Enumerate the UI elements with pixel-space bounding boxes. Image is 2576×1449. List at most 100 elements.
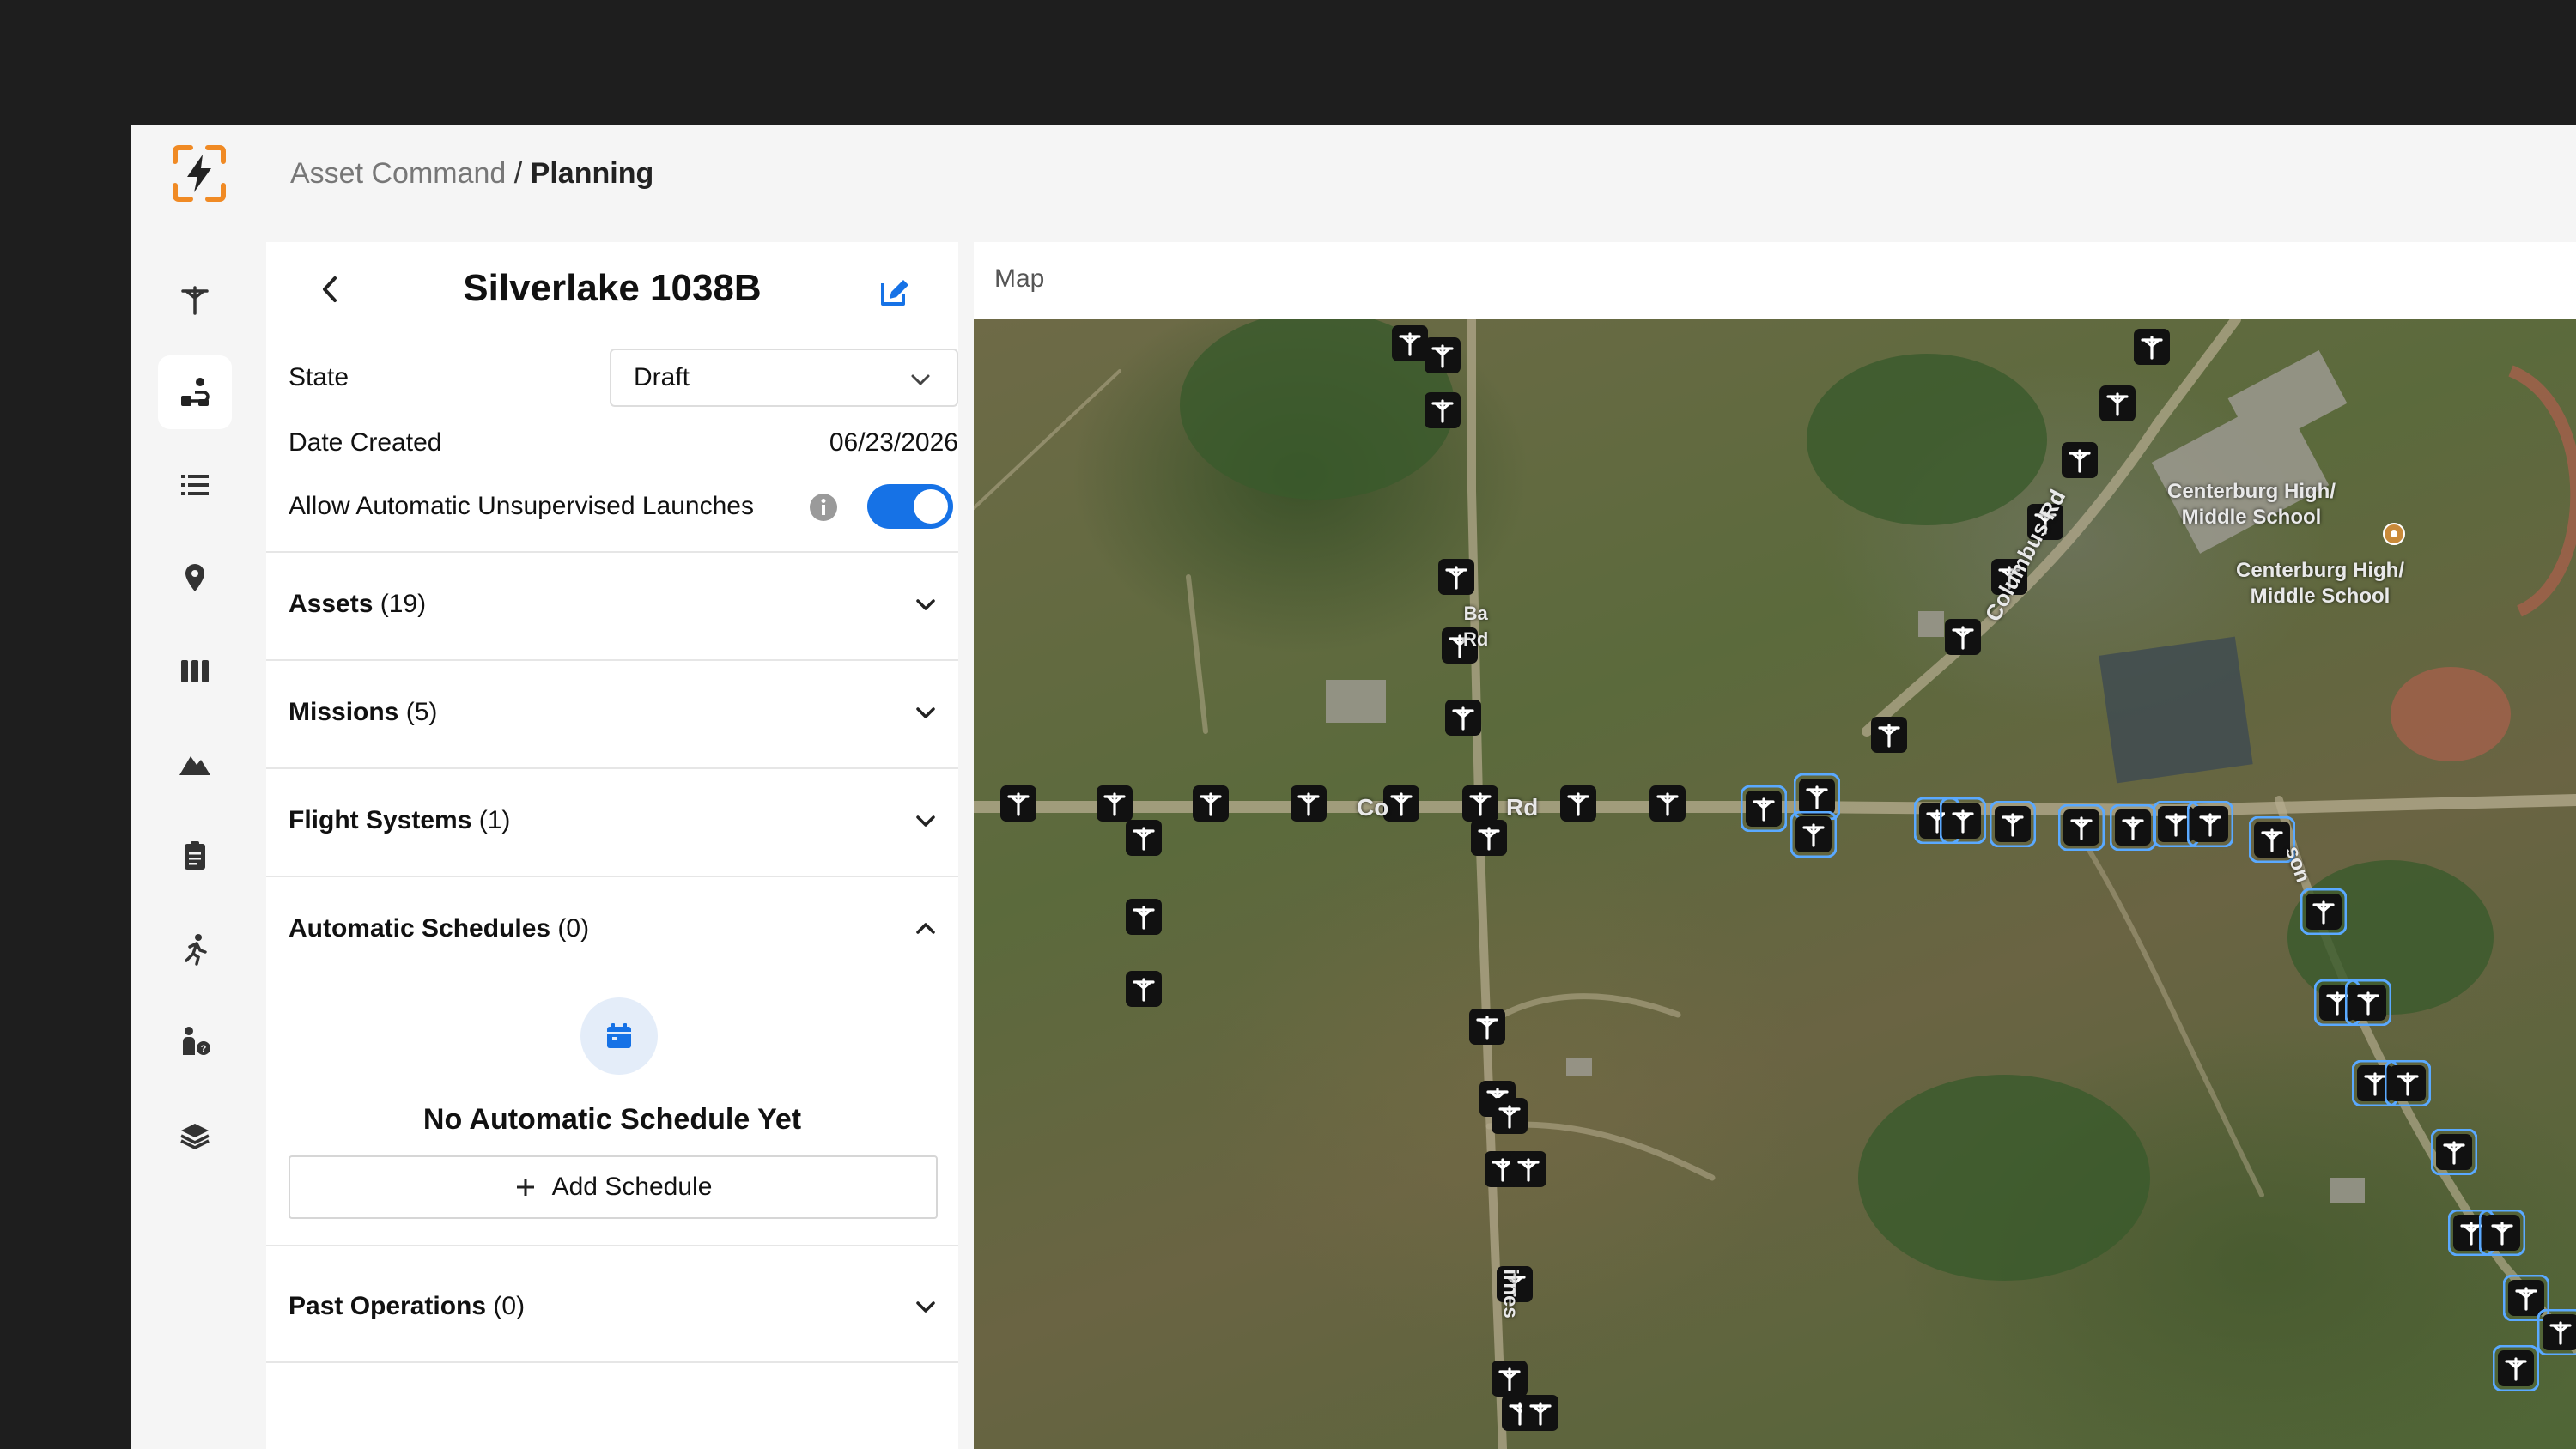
app-window: Asset Command / Planning ? Silverlake 10… — [131, 125, 2576, 1449]
columns-icon — [181, 660, 209, 682]
date-created-value: 06/23/2026 — [829, 428, 958, 457]
map-label-school: Centerburg High/ Middle School — [2236, 559, 2404, 608]
utility-pole-marker-icon[interactable] — [2537, 1309, 2576, 1355]
utility-pole-marker-icon[interactable] — [1433, 554, 1479, 600]
nav-terrain[interactable] — [158, 726, 232, 800]
utility-pole-marker-icon[interactable] — [2493, 1345, 2539, 1391]
utility-pole-marker-icon[interactable] — [1121, 815, 1167, 861]
utility-pole-marker-icon[interactable] — [2187, 801, 2233, 847]
nav-columns[interactable] — [158, 634, 232, 707]
back-button[interactable] — [309, 268, 352, 311]
chevron-down-icon — [916, 599, 935, 610]
chevron-down-icon — [916, 815, 935, 827]
state-select[interactable]: Draft — [610, 349, 958, 407]
divider — [266, 659, 958, 661]
utility-pole-marker-icon[interactable] — [1990, 801, 2036, 847]
utility-pole-marker-icon[interactable] — [1555, 780, 1601, 827]
utility-pole-marker-icon[interactable] — [1466, 815, 1512, 861]
utility-pole-marker-icon[interactable] — [2345, 979, 2391, 1026]
utility-pole-marker-icon[interactable] — [1486, 1093, 1533, 1139]
chevron-up-icon — [916, 923, 935, 934]
nav-reports[interactable] — [158, 819, 232, 893]
map-label-road: Ba Rd — [1463, 603, 1489, 650]
add-schedule-button[interactable]: Add Schedule — [289, 1155, 938, 1219]
utility-pole-marker-icon[interactable] — [2058, 804, 2105, 851]
mountain-icon — [179, 756, 210, 775]
utility-pole-marker-icon[interactable] — [1121, 966, 1167, 1012]
utility-pole-marker-icon[interactable] — [1285, 780, 1332, 827]
map-label-road: Co — [1357, 794, 1389, 821]
map-title: Map — [994, 264, 1045, 293]
utility-pole-marker-icon[interactable] — [2129, 324, 2175, 370]
chevron-down-icon — [911, 374, 930, 385]
utility-pole-marker-icon[interactable] — [1464, 1003, 1510, 1050]
utility-pole-marker-icon[interactable] — [1644, 780, 1691, 827]
satellite-map[interactable]: Centerburg High/ Middle School Centerbur… — [974, 319, 2576, 1449]
utility-pole-marker-icon[interactable] — [1505, 1146, 1552, 1192]
utility-pole-marker-icon[interactable] — [1121, 894, 1167, 940]
nav-activity[interactable] — [158, 912, 232, 985]
plan-detail-panel: Silverlake 1038B State Draft Date Create… — [266, 242, 958, 1449]
utility-pole-marker-icon[interactable] — [2431, 1129, 2477, 1175]
utility-pole-marker-icon[interactable] — [1188, 780, 1234, 827]
running-person-icon — [185, 934, 207, 966]
drone-route-icon — [181, 378, 210, 406]
utility-pole-marker-icon[interactable] — [2110, 804, 2156, 851]
nav-layers[interactable] — [158, 1097, 232, 1171]
breadcrumb: Asset Command / Planning — [290, 156, 653, 191]
calendar-badge — [580, 997, 658, 1075]
map-label-school: Centerburg High/ Middle School — [2167, 480, 2336, 529]
nav-locations[interactable] — [158, 541, 232, 615]
info-icon[interactable] — [809, 493, 838, 522]
divider — [266, 876, 958, 877]
nav-planning[interactable] — [158, 355, 232, 429]
chevron-left-icon — [323, 276, 337, 302]
section-count: (0) — [557, 914, 590, 943]
section-title: Past Operations — [289, 1292, 487, 1320]
utility-pole-marker-icon[interactable] — [1866, 712, 1912, 758]
nav-support[interactable]: ? — [158, 1004, 232, 1078]
auto-launch-toggle[interactable] — [867, 484, 953, 529]
map-label-road: irnes — [1498, 1269, 1522, 1319]
section-assets[interactable]: Assets (19) — [289, 579, 938, 630]
add-schedule-label: Add Schedule — [551, 1173, 713, 1201]
divider — [266, 1245, 958, 1246]
utility-pole-icon — [181, 286, 209, 315]
map-card: Map Centerburg High/ Middle School Cente… — [974, 242, 2576, 1449]
state-label: State — [289, 363, 349, 391]
utility-pole-marker-icon[interactable] — [1940, 614, 1986, 660]
utility-pole-marker-icon[interactable] — [2094, 380, 2141, 427]
utility-pole-marker-icon[interactable] — [1419, 387, 1466, 433]
person-help-icon: ? — [183, 1027, 210, 1055]
utility-pole-marker-icon[interactable] — [1517, 1390, 1564, 1436]
state-select-value: Draft — [634, 363, 690, 391]
chevron-down-icon — [916, 707, 935, 718]
utility-pole-marker-icon[interactable] — [1440, 694, 1486, 741]
panel-header: Silverlake 1038B — [266, 242, 958, 336]
divider — [266, 1361, 958, 1363]
edit-icon[interactable] — [876, 273, 914, 311]
nav-list[interactable] — [158, 448, 232, 522]
location-pin-icon — [185, 564, 204, 591]
utility-pole-marker-icon[interactable] — [2057, 437, 2103, 483]
section-automatic-schedules[interactable]: Automatic Schedules (0) — [289, 903, 938, 955]
utility-pole-marker-icon[interactable] — [1940, 797, 1986, 844]
section-missions[interactable]: Missions (5) — [289, 687, 938, 738]
utility-pole-marker-icon[interactable] — [2479, 1210, 2525, 1256]
utility-pole-marker-icon[interactable] — [2385, 1060, 2431, 1106]
section-flight-systems[interactable]: Flight Systems (1) — [289, 795, 938, 846]
plan-title: Silverlake 1038B — [463, 267, 762, 309]
map-roads — [974, 319, 2576, 1449]
utility-pole-marker-icon[interactable] — [995, 780, 1042, 827]
utility-pole-marker-icon[interactable] — [1741, 785, 1787, 832]
section-count: (5) — [405, 698, 438, 726]
section-title: Missions — [289, 698, 399, 726]
utility-pole-marker-icon[interactable] — [2300, 888, 2347, 935]
utility-pole-marker-icon[interactable] — [1790, 811, 1837, 858]
nav-utility-pole[interactable] — [158, 263, 232, 336]
section-past-operations[interactable]: Past Operations (0) — [289, 1281, 938, 1332]
clipboard-icon — [185, 841, 205, 870]
app-logo[interactable] — [168, 142, 230, 204]
utility-pole-marker-icon[interactable] — [1419, 332, 1466, 379]
breadcrumb-parent[interactable]: Asset Command — [290, 157, 506, 190]
